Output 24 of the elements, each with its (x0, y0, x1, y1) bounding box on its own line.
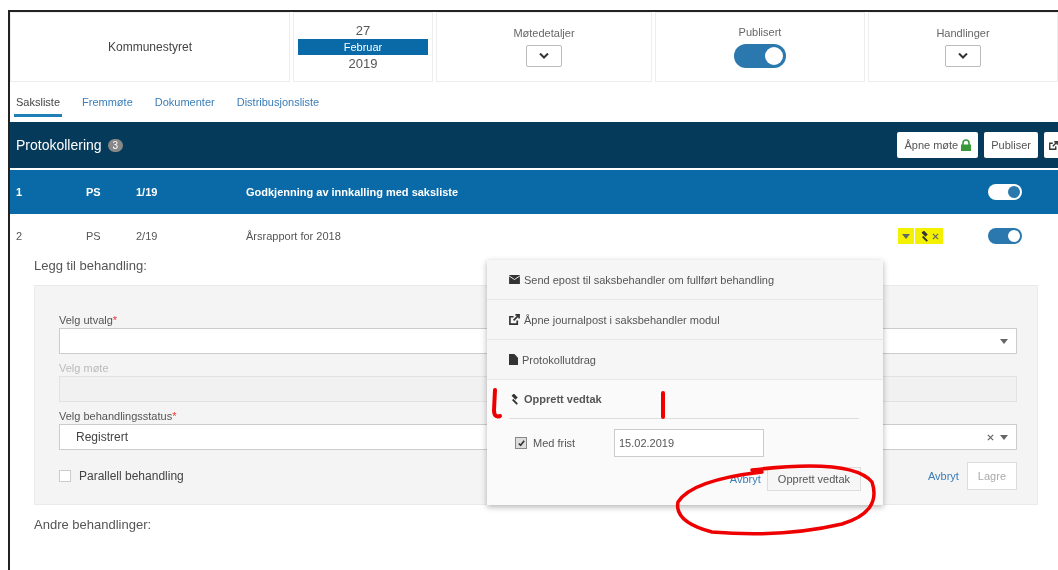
date-day: 27 (355, 23, 371, 38)
section-heading: Andre behandlinger: (34, 517, 153, 532)
date-year: 2019 (348, 56, 378, 71)
checkbox-label: Med frist (533, 437, 577, 449)
case-title: Årsrapport for 2018 (246, 230, 342, 242)
section-title: Protokollering (16, 137, 102, 153)
case-type: PS (86, 186, 102, 198)
committee-name: Kommunestyret (108, 40, 192, 54)
actions-label: Handlinger (936, 27, 990, 39)
field-label: Velg utvalg* (59, 314, 118, 326)
field-label: Velg møte (59, 362, 109, 374)
case-number: 2/19 (136, 230, 159, 242)
case-title: Godkjenning av innkalling med saksliste (246, 186, 460, 198)
case-type: PS (86, 230, 102, 242)
field-label: Velg behandlingsstatus* (59, 410, 177, 422)
published-label: Publisert (738, 26, 782, 38)
checkbox-label: Parallell behandling (79, 469, 184, 483)
form-title: Legg til behandling: (34, 258, 148, 273)
date-month: Februar (298, 39, 428, 55)
row-number: 2 (16, 230, 24, 242)
row-number: 1 (16, 186, 24, 198)
case-number: 1/19 (136, 186, 159, 198)
count-badge: 3 (107, 138, 124, 152)
details-label: Møtedetaljer (513, 27, 575, 39)
